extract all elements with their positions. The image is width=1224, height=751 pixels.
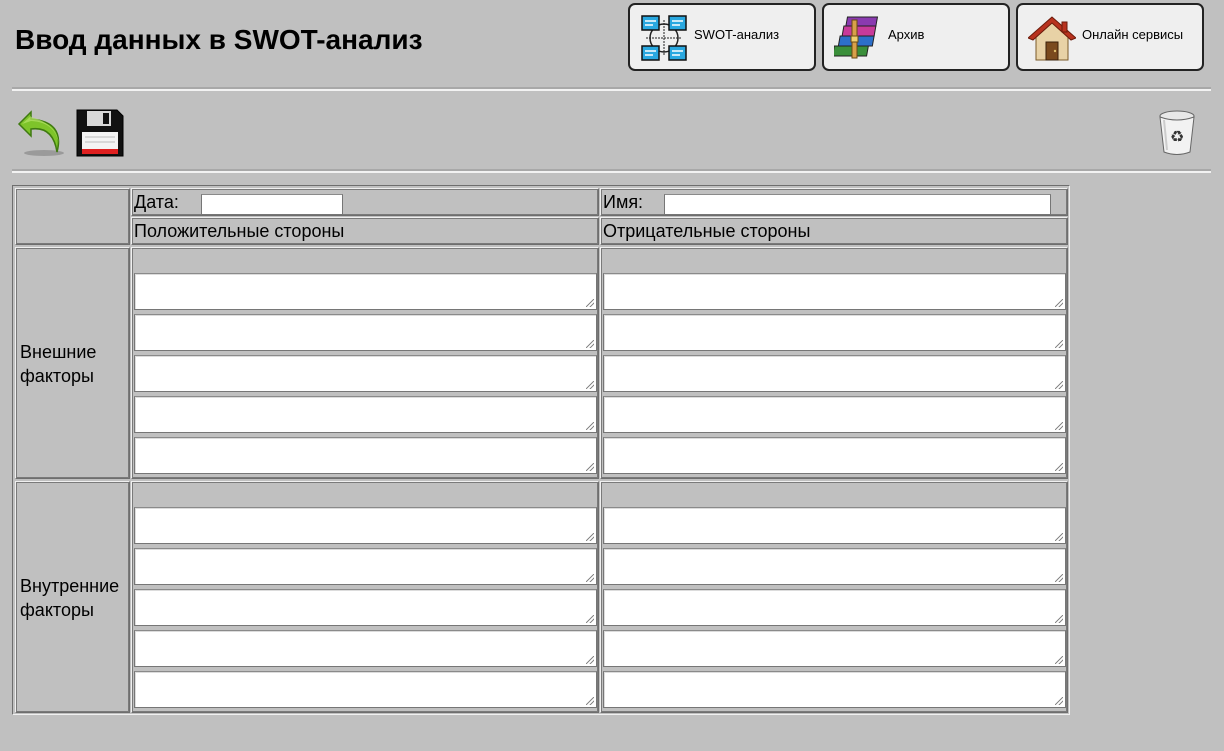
internal-positive-textarea-2[interactable] bbox=[134, 548, 597, 585]
internal-positive-cell bbox=[131, 481, 599, 713]
positive-header-cell: Положительные стороны bbox=[131, 217, 599, 245]
internal-positive-textarea-5[interactable] bbox=[134, 671, 597, 708]
archive-label: Архив bbox=[888, 27, 925, 42]
internal-factors-cell: Внутренние факторы bbox=[15, 481, 130, 713]
external-label-line-2: факторы bbox=[20, 366, 94, 386]
internal-negative-textarea-1[interactable] bbox=[603, 507, 1066, 544]
online-services-label: Онлайн сервисы bbox=[1082, 27, 1184, 42]
internal-label-line-1: Внутренние bbox=[20, 576, 120, 596]
internal-negative-textarea-3[interactable] bbox=[603, 589, 1066, 626]
internal-factors-label: Внутренние факторы bbox=[20, 574, 119, 622]
external-positive-cell bbox=[131, 247, 599, 479]
toolbar-divider bbox=[12, 169, 1211, 173]
svg-text:♻: ♻ bbox=[1170, 127, 1184, 146]
name-input[interactable] bbox=[664, 194, 1051, 215]
negative-header: Отрицательные стороны bbox=[603, 221, 811, 241]
external-positive-textarea-5[interactable] bbox=[134, 437, 597, 474]
internal-negative-textarea-2[interactable] bbox=[603, 548, 1066, 585]
corner-cell bbox=[15, 188, 130, 245]
external-positive-textarea-4[interactable] bbox=[134, 396, 597, 433]
internal-negative-textarea-4[interactable] bbox=[603, 630, 1066, 667]
name-label: Имя: bbox=[603, 192, 644, 212]
internal-label-line-2: факторы bbox=[20, 600, 94, 620]
external-negative-textarea-2[interactable] bbox=[603, 314, 1066, 351]
external-label-line-1: Внешние bbox=[20, 342, 97, 362]
negative-header-cell: Отрицательные стороны bbox=[600, 217, 1068, 245]
page-title: Ввод данных в SWOT-анализ bbox=[15, 24, 423, 55]
swot-analysis-button[interactable]: SWOT-анализ bbox=[628, 3, 816, 71]
external-negative-cell bbox=[600, 247, 1068, 479]
external-factors-cell: Внешние факторы bbox=[15, 247, 130, 479]
date-cell: Дата: bbox=[131, 188, 599, 216]
header-divider bbox=[12, 87, 1211, 91]
external-negative-textarea-4[interactable] bbox=[603, 396, 1066, 433]
swot-analysis-label: SWOT-анализ bbox=[694, 27, 780, 42]
internal-positive-textarea-1[interactable] bbox=[134, 507, 597, 544]
external-negative-textarea-3[interactable] bbox=[603, 355, 1066, 392]
external-positive-textarea-2[interactable] bbox=[134, 314, 597, 351]
undo-arrow-icon[interactable] bbox=[17, 108, 67, 158]
positive-header: Положительные стороны bbox=[134, 221, 345, 241]
name-cell: Имя: bbox=[600, 188, 1068, 216]
internal-positive-textarea-4[interactable] bbox=[134, 630, 597, 667]
archive-books-icon bbox=[834, 16, 879, 59]
online-services-button[interactable]: Онлайн сервисы bbox=[1016, 3, 1204, 71]
swot-input-table: Дата: Имя: Положительные стороны Отрицат… bbox=[12, 185, 1070, 715]
home-icon bbox=[1028, 16, 1076, 61]
external-positive-textarea-1[interactable] bbox=[134, 273, 597, 310]
internal-positive-textarea-3[interactable] bbox=[134, 589, 597, 626]
archive-button[interactable]: Архив bbox=[822, 3, 1010, 71]
date-label: Дата: bbox=[134, 192, 179, 212]
recycle-bin-icon[interactable]: ♻ bbox=[1156, 108, 1198, 158]
external-negative-textarea-1[interactable] bbox=[603, 273, 1066, 310]
date-input[interactable] bbox=[201, 194, 343, 215]
internal-negative-textarea-5[interactable] bbox=[603, 671, 1066, 708]
internal-negative-cell bbox=[600, 481, 1068, 713]
external-negative-textarea-5[interactable] bbox=[603, 437, 1066, 474]
swot-diagram-icon bbox=[641, 15, 687, 61]
external-positive-textarea-3[interactable] bbox=[134, 355, 597, 392]
floppy-disk-icon[interactable] bbox=[75, 108, 125, 158]
external-factors-label: Внешние факторы bbox=[20, 340, 96, 388]
